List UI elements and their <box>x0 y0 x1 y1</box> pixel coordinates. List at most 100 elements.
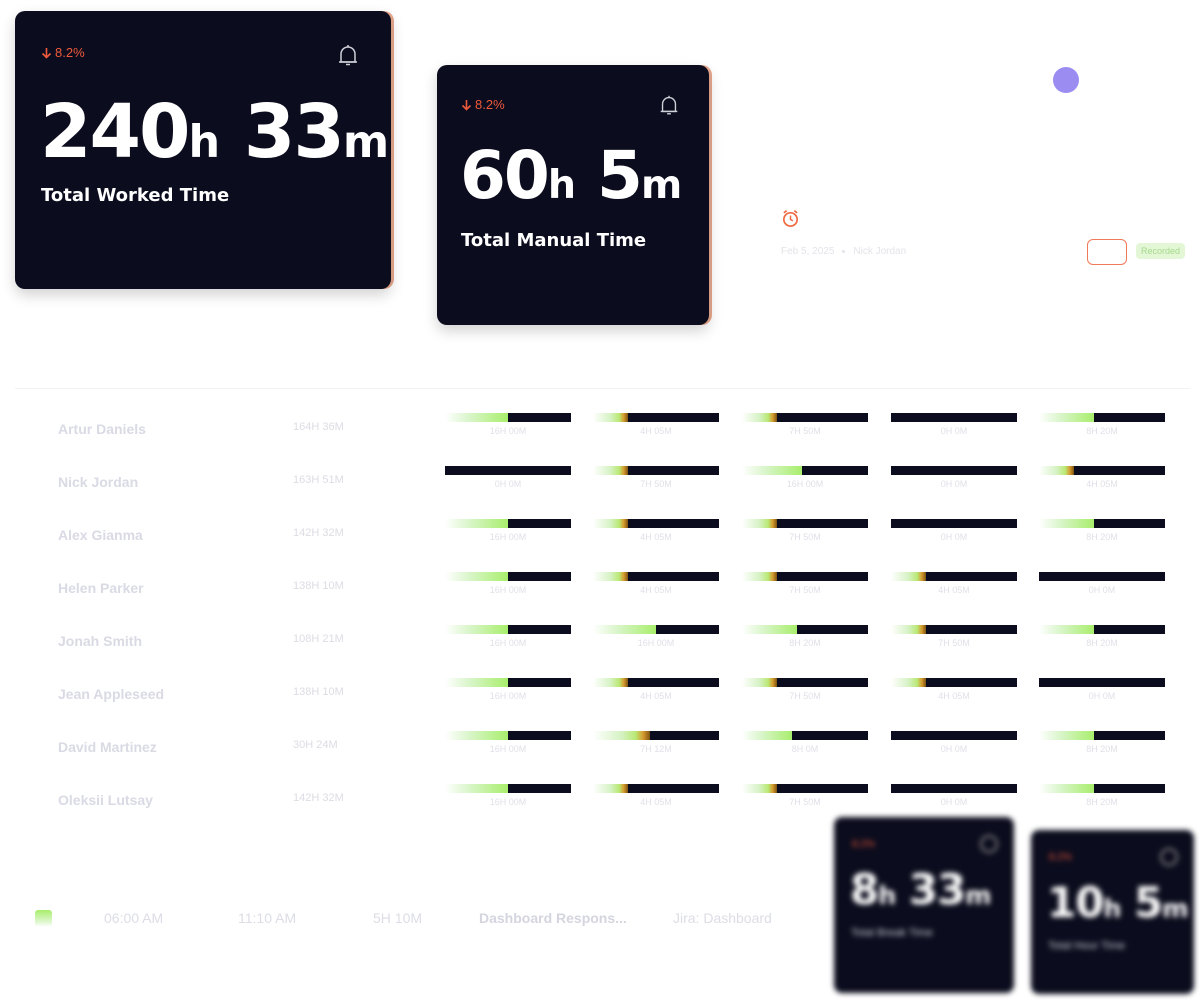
day-duration: 7H 50M <box>640 479 672 489</box>
worked-time-caption: Total Worked Time <box>41 185 230 206</box>
day-duration: 4H 05M <box>640 426 672 436</box>
progress-bar <box>742 519 868 528</box>
progress-fill <box>445 784 508 793</box>
trend-down-indicator: 8.2% <box>41 45 85 60</box>
progress-bar <box>445 731 571 740</box>
progress-bar <box>593 731 719 740</box>
table-divider <box>15 388 1190 389</box>
outline-button[interactable] <box>1087 239 1127 265</box>
day-duration: 16H 00M <box>489 638 527 648</box>
table-row[interactable]: Jean Appleseed 138H 10M 16H 00M 4H 05M 7H 50… <box>0 678 1200 731</box>
day-cell: 16H 00M <box>742 466 868 496</box>
employee-total: 108H 21M <box>293 633 344 645</box>
day-cell: 4H 05M <box>891 678 1017 708</box>
activity-color-chip <box>35 910 52 927</box>
day-duration: 0H 0M <box>494 479 522 489</box>
separator-dot <box>842 250 846 253</box>
progress-bar <box>445 625 571 634</box>
employee-total: 138H 10M <box>293 580 344 592</box>
day-duration: 8H 0M <box>791 744 819 754</box>
day-duration: 0H 0M <box>940 532 968 542</box>
trend-value: 8.2% <box>1049 852 1072 863</box>
day-duration: 0H 0M <box>940 426 968 436</box>
session-date: Feb 5, 2025 <box>781 246 835 257</box>
day-cell: 0H 0M <box>891 519 1017 549</box>
progress-bar <box>1039 519 1165 528</box>
employee-total: 163H 51M <box>293 474 344 486</box>
progress-bar <box>742 784 868 793</box>
day-duration: 16H 00M <box>489 585 527 595</box>
progress-fill <box>593 413 629 422</box>
progress-fill <box>445 625 508 634</box>
hour-time-value: 10h 5m <box>1047 878 1189 927</box>
total-manual-time-card: 8.2% 60h 5m Total Manual Time <box>437 65 709 325</box>
day-cell: 16H 00M <box>445 572 571 602</box>
progress-bar <box>445 466 571 475</box>
progress-bar <box>445 572 571 581</box>
day-duration: 0H 0M <box>1088 585 1116 595</box>
activity-row[interactable]: 06:00 AM 11:10 AM 5H 10M Dashboard Respo… <box>0 905 830 935</box>
progress-fill <box>1039 466 1075 475</box>
progress-fill <box>742 572 778 581</box>
day-cell: 0H 0M <box>891 784 1017 814</box>
bell-icon[interactable] <box>335 42 361 68</box>
break-time-caption: Total Break Time <box>851 927 933 939</box>
day-cell: 0H 0M <box>891 731 1017 761</box>
day-cell: 4H 05M <box>891 572 1017 602</box>
progress-fill <box>593 572 629 581</box>
employee-name: Alex Gianma <box>58 527 143 543</box>
table-row[interactable]: Alex Gianma 142H 32M 16H 00M 4H 05M 7H 50M 0H… <box>0 519 1200 572</box>
progress-fill <box>445 413 508 422</box>
progress-fill <box>742 678 778 687</box>
status-badge: Recorded <box>1136 243 1186 259</box>
table-row[interactable]: Oleksii Lutsay 142H 32M 16H 00M 4H 05M 7H 50… <box>0 784 1200 837</box>
trend-value: 8.2% <box>55 45 85 60</box>
progress-fill <box>891 678 927 687</box>
hour-time-caption: Total Hour Time <box>1048 940 1126 952</box>
progress-fill <box>1039 413 1095 422</box>
progress-fill <box>1039 784 1095 793</box>
bell-icon[interactable] <box>657 93 681 117</box>
progress-fill <box>593 784 629 793</box>
progress-fill <box>445 731 508 740</box>
progress-bar <box>891 784 1017 793</box>
progress-bar <box>445 519 571 528</box>
progress-fill <box>445 519 508 528</box>
day-cell: 8H 20M <box>1039 731 1165 761</box>
session-meta: Feb 5, 2025 Nick Jordan <box>781 246 906 257</box>
progress-fill <box>593 678 629 687</box>
day-duration: 7H 50M <box>789 691 821 701</box>
day-cell: 4H 05M <box>1039 466 1165 496</box>
progress-fill <box>891 572 927 581</box>
table-row[interactable]: Artur Daniels 164H 36M 16H 00M 4H 05M 7H 50M… <box>0 413 1200 466</box>
day-duration: 4H 05M <box>640 797 672 807</box>
activity-task[interactable]: Dashboard Respons... <box>479 910 627 926</box>
progress-bar <box>593 519 719 528</box>
progress-bar <box>593 625 719 634</box>
table-row[interactable]: Helen Parker 138H 10M 16H 00M 4H 05M 7H 50M 4… <box>0 572 1200 625</box>
day-cell: 4H 05M <box>593 519 719 549</box>
table-row[interactable]: Jonah Smith 108H 21M 16H 00M 16H 00M 8H 20M 7… <box>0 625 1200 678</box>
table-row[interactable]: David Martinez 30H 24M 16H 00M 7H 12M 8H 0M 0… <box>0 731 1200 784</box>
trend-value: 8.2% <box>475 97 505 112</box>
total-hour-time-card: 8.2% 10h 5m Total Hour Time <box>1031 830 1194 994</box>
day-duration: 8H 20M <box>789 638 821 648</box>
day-cell: 7H 50M <box>593 466 719 496</box>
progress-bar <box>891 519 1017 528</box>
trend-value: 8.2% <box>852 839 875 850</box>
manual-time-value: 60h 5m <box>460 137 683 214</box>
table-row[interactable]: Nick Jordan 163H 51M 0H 0M 7H 50M 16H 00M 0H … <box>0 466 1200 519</box>
day-duration: 4H 05M <box>1086 479 1118 489</box>
employee-total: 30H 24M <box>293 739 338 751</box>
day-duration: 16H 00M <box>489 426 527 436</box>
progress-bar <box>742 572 868 581</box>
day-cell: 16H 00M <box>445 519 571 549</box>
day-duration: 7H 50M <box>789 426 821 436</box>
day-duration: 8H 20M <box>1086 797 1118 807</box>
progress-bar <box>742 731 868 740</box>
progress-bar <box>1039 413 1165 422</box>
day-cell: 4H 05M <box>593 784 719 814</box>
manual-time-caption: Total Manual Time <box>461 230 647 251</box>
progress-bar <box>891 625 1017 634</box>
day-duration: 4H 05M <box>938 585 970 595</box>
